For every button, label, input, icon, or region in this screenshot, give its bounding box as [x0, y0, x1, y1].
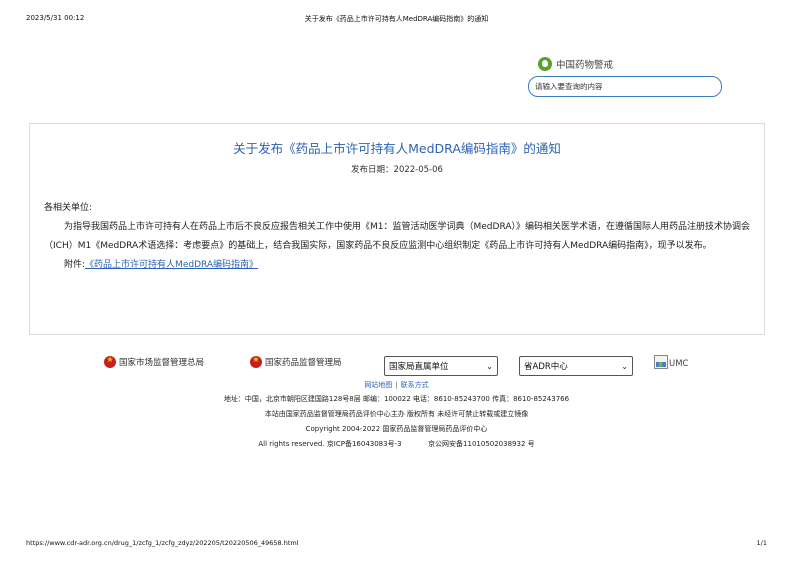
umc-label: UMC — [669, 359, 689, 369]
footer-separator: | — [395, 381, 398, 389]
print-url: https://www.cdr-adr.org.cn/drug_1/zcfg_1… — [26, 539, 299, 547]
samr-link[interactable]: 国家市场监督管理总局 — [104, 355, 205, 368]
attachment-link[interactable]: 《药品上市许可持有人MedDRA编码指南》 — [85, 260, 258, 270]
attachment-row: 附件:《药品上市许可持有人MedDRA编码指南》 — [44, 256, 750, 275]
article-paragraph: 为指导我国药品上市许可持有人在药品上市后不良反应报告相关工作中使用《M1：监管活… — [44, 222, 750, 251]
adr-center-select[interactable]: 省ADR中心 ⌄ — [519, 356, 633, 376]
footer-sponsor: 本站由国家药品监督管理局药品评价中心主办 版权所有 未经许可禁止转载或建立镜像 — [264, 410, 529, 418]
nmpa-link[interactable]: 国家药品监督管理局 — [250, 355, 342, 368]
national-emblem-icon — [250, 355, 262, 368]
national-emblem-icon — [104, 355, 116, 368]
leaf-logo-icon — [538, 57, 552, 71]
umc-logo-icon — [654, 355, 668, 369]
salutation: 各相关单位: — [44, 203, 93, 213]
police-record: 京公网安备11010502038932 号 — [428, 440, 535, 448]
contact-link[interactable]: 联系方式 — [401, 381, 429, 389]
footer-registration: All rights reserved. 京ICP备16043083号-3 京公… — [0, 439, 793, 449]
article-body: 各相关单位: 为指导我国药品上市许可持有人在药品上市后不良反应报告相关工作中使用… — [44, 199, 750, 275]
adr-center-value: 省ADR中心 — [524, 362, 568, 372]
footer-address: 地址：中国，北京市朝阳区建国路128号8层 邮编：100022 电话：8610-… — [223, 395, 570, 403]
site-brand[interactable]: 中国药物警戒 — [538, 57, 613, 71]
direct-units-select[interactable]: 国家局直属单位 ⌄ — [384, 356, 498, 376]
icp-number: All rights reserved. 京ICP备16043083号-3 — [258, 440, 402, 448]
attachment-label: 附件: — [64, 260, 86, 270]
footer-copyright: Copyright 2004-2022 国家药品监督管理局药品评价中心 — [305, 425, 488, 433]
search-input[interactable] — [528, 76, 722, 97]
chevron-down-icon: ⌄ — [486, 361, 493, 371]
umc-link[interactable]: UMC — [654, 355, 689, 369]
print-title: 关于发布《药品上市许可持有人MedDRA编码指南》的通知 — [304, 15, 489, 23]
chevron-down-icon: ⌄ — [621, 361, 628, 371]
footer-nav: 网站地图 | 联系方式 — [0, 380, 793, 390]
article-title: 关于发布《药品上市许可持有人MedDRA编码指南》的通知 — [233, 141, 561, 156]
article-panel: 关于发布《药品上市许可持有人MedDRA编码指南》的通知 发布日期：2022-0… — [29, 123, 765, 335]
samr-label: 国家市场监督管理总局 — [119, 358, 205, 368]
direct-units-value: 国家局直属单位 — [389, 362, 449, 372]
page-number: 1/1 — [756, 539, 767, 547]
site-name: 中国药物警戒 — [556, 60, 614, 71]
nmpa-label: 国家药品监督管理局 — [265, 358, 342, 368]
sitemap-link[interactable]: 网站地图 — [364, 381, 392, 389]
publish-date: 发布日期：2022-05-06 — [351, 165, 443, 175]
